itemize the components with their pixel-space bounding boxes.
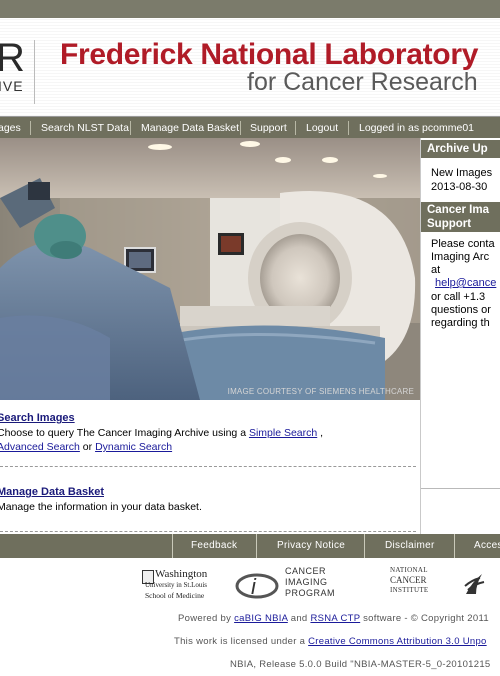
search-images-link[interactable]: Search Images bbox=[0, 412, 75, 424]
partner-logos: Washington University in St.Louis School… bbox=[0, 558, 500, 608]
rsna-ctp-link[interactable]: RSNA CTP bbox=[310, 613, 360, 624]
support-text-2: Imaging Arc bbox=[431, 251, 490, 263]
support-text-5: questions or bbox=[431, 304, 491, 316]
cip-line-2: IMAGING bbox=[285, 577, 328, 587]
creative-commons-link[interactable]: Creative Commons Attribution 3.0 Unpo bbox=[308, 636, 487, 647]
nav-search-nlst-data[interactable]: Search NLST Data bbox=[41, 117, 129, 139]
svg-text:i: i bbox=[251, 574, 257, 599]
manage-data-basket-link[interactable]: Manage Data Basket bbox=[0, 486, 104, 498]
release-info: NBIA, Release 5.0.0 Build "NBIA-MASTER-5… bbox=[230, 659, 491, 670]
nav-separator bbox=[130, 121, 131, 135]
footer-nav: Feedback Privacy Notice Disclaimer Acces… bbox=[0, 534, 500, 558]
wustl-name: Washington bbox=[155, 568, 208, 580]
footer-separator bbox=[364, 534, 365, 558]
footer-feedback-link[interactable]: Feedback bbox=[191, 534, 237, 558]
license-prefix: This work is licensed under a bbox=[174, 636, 309, 647]
support-text-4: or call +1.3 bbox=[431, 291, 486, 303]
nci-logo[interactable]: NATIONAL CANCER INSTITUTE bbox=[388, 566, 438, 600]
nav-separator bbox=[348, 121, 349, 135]
cabig-nbia-link[interactable]: caBIG NBIA bbox=[234, 613, 288, 624]
archive-update-date: 2013-08-30 bbox=[431, 181, 488, 193]
nav-logout[interactable]: Logout bbox=[306, 117, 338, 139]
support-text-6: regarding th bbox=[431, 317, 490, 329]
archive-update-text: New Images bbox=[431, 167, 493, 179]
license-line: This work is licensed under a Creative C… bbox=[174, 636, 487, 647]
powered-prefix: Powered by bbox=[178, 613, 235, 624]
cip-line-1: CANCER bbox=[285, 566, 327, 576]
archive-logo-fragment: R bbox=[0, 36, 25, 80]
search-text-or: or bbox=[79, 441, 96, 453]
dynamic-search-link[interactable]: Dynamic Search bbox=[95, 441, 172, 453]
nav-manage-data-basket[interactable]: Manage Data Basket bbox=[141, 117, 239, 139]
footer-separator bbox=[256, 534, 257, 558]
archive-logo-subtext: IVE bbox=[0, 78, 24, 94]
footer-separator bbox=[172, 534, 173, 558]
sidebar: Archive Up New Images 2013-08-30 Cancer … bbox=[421, 138, 500, 534]
main-content: Search Images Choose to query The Cancer… bbox=[0, 400, 420, 534]
support-heading-line-1: Cancer Ima bbox=[427, 204, 490, 216]
support-email-wrap: help@cance bbox=[435, 276, 496, 290]
search-description-line-2: Advanced Search or Dynamic Search bbox=[0, 440, 172, 455]
powered-suffix: software - © Copyright 2011 bbox=[360, 613, 489, 624]
wustl-logo[interactable]: Washington University in St.Louis School… bbox=[142, 568, 212, 602]
logo-divider bbox=[34, 40, 35, 104]
nav-separator bbox=[240, 121, 241, 135]
search-text-comma: , bbox=[317, 427, 324, 439]
image-credit: IMAGE COURTESY OF SIEMENS HEALTHCARE bbox=[227, 387, 414, 396]
footer-disclaimer-link[interactable]: Disclaimer bbox=[385, 534, 435, 558]
top-bar bbox=[0, 0, 500, 18]
nav-search-images[interactable]: ages bbox=[0, 117, 21, 139]
search-text-prefix: Choose to query The Cancer Imaging Archi… bbox=[0, 427, 249, 439]
support-text-3: at bbox=[431, 264, 441, 276]
search-description-line-1: Choose to query The Cancer Imaging Archi… bbox=[0, 426, 323, 441]
wustl-subtitle: University in St.Louis bbox=[145, 581, 208, 589]
section-divider bbox=[0, 466, 416, 467]
support-heading-line-2: Support bbox=[427, 218, 472, 230]
nci-line-2: CANCER bbox=[390, 575, 427, 585]
logged-in-status: Logged in as pcomme01 bbox=[359, 122, 474, 134]
wustl-school: School of Medicine bbox=[145, 591, 205, 600]
nav-separator bbox=[30, 121, 31, 135]
support-heading: Cancer Ima Support bbox=[421, 202, 500, 232]
footer-privacy-link[interactable]: Privacy Notice bbox=[277, 534, 345, 558]
org-title: Frederick National Laboratory bbox=[60, 38, 479, 71]
nci-line-3: INSTITUTE bbox=[390, 586, 429, 594]
advanced-search-link[interactable]: Advanced Search bbox=[0, 441, 80, 453]
support-text-1: Please conta bbox=[431, 238, 495, 250]
footer-accessibility-link[interactable]: Access bbox=[474, 534, 500, 558]
nav-separator bbox=[295, 121, 296, 135]
org-subtitle: for Cancer Research bbox=[247, 68, 478, 96]
powered-and: and bbox=[287, 613, 311, 624]
hhs-eagle-icon[interactable] bbox=[462, 568, 488, 598]
basket-description: Manage the information in your data bask… bbox=[0, 501, 202, 513]
nav-support[interactable]: Support bbox=[250, 117, 287, 139]
cancer-imaging-program-logo[interactable]: i CANCER IMAGING PROGRAM bbox=[235, 566, 345, 604]
simple-search-link[interactable]: Simple Search bbox=[249, 427, 317, 439]
mri-room-illustration bbox=[0, 138, 420, 400]
section-divider bbox=[0, 531, 416, 532]
hero-image: IMAGE COURTESY OF SIEMENS HEALTHCARE bbox=[0, 138, 420, 400]
main-nav: ages Search NLST Data Manage Data Basket… bbox=[0, 116, 500, 139]
footer-separator bbox=[454, 534, 455, 558]
support-email-link[interactable]: help@cance bbox=[435, 277, 496, 289]
archive-update-heading: Archive Up bbox=[421, 140, 500, 158]
cip-line-3: PROGRAM bbox=[285, 588, 336, 598]
cip-swoosh-icon: i bbox=[235, 573, 279, 599]
site-header: R IVE Frederick National Laboratory for … bbox=[0, 18, 500, 116]
powered-by-line: Powered by caBIG NBIA and RSNA CTP softw… bbox=[178, 613, 489, 624]
nci-line-1: NATIONAL bbox=[390, 566, 428, 574]
